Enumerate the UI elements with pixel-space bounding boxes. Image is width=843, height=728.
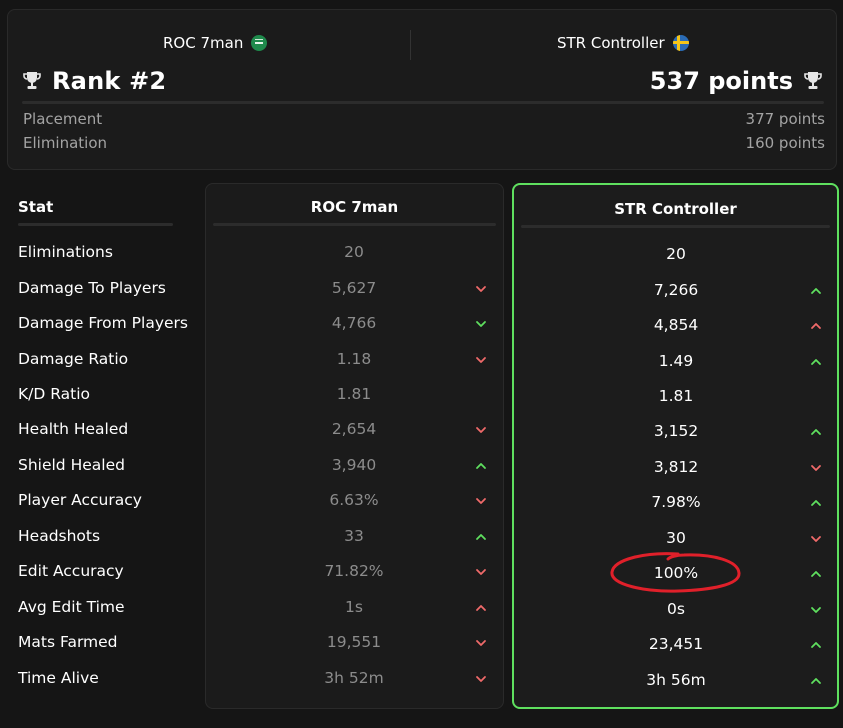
str-stat-value: 0s [667,600,685,618]
stat-label: Damage From Players [18,314,188,332]
total-points: 537 points [649,67,793,95]
stat-label: K/D Ratio [18,385,91,403]
chevron-down-icon [811,465,821,471]
str-stat-value: 3h 56m [646,671,706,689]
stat-label: Eliminations [18,243,113,261]
roc-stat-value: 33 [344,527,364,545]
sweden-flag-icon [672,35,689,51]
chevron-down-icon [476,427,486,433]
roc-stat-value: 3h 52m [324,669,384,687]
trophy-icon [23,72,41,89]
stat-label: Player Accuracy [18,491,142,509]
roc-stat-value: 5,627 [331,279,377,297]
team-right[interactable]: STR Controller [557,34,689,52]
chevron-up-icon [476,534,486,540]
str-stat-value: 1.81 [658,387,694,405]
roc-stat-value: 4,766 [331,314,377,332]
stat-header-underline [18,223,173,226]
roc-stat-value: 2,654 [331,420,377,438]
str-stat-value: 20 [666,245,686,263]
points-display: 537 points [650,67,823,95]
chevron-up-icon [811,288,821,294]
stat-label: Health Healed [18,420,129,438]
str-stat-value: 23,451 [648,635,704,653]
saudi-flag-icon [251,35,268,51]
stat-label: Damage To Players [18,279,166,297]
chevron-up-icon [811,642,821,648]
stat-label: Edit Accuracy [18,562,124,580]
stat-label: Time Alive [18,669,99,687]
chevron-up-icon [811,359,821,365]
str-header-underline [521,225,830,228]
team-left[interactable]: ROC 7man [163,34,268,52]
stat-label: Avg Edit Time [18,598,125,616]
roc-stat-value: 19,551 [326,633,382,651]
roc-column-header: ROC 7man [310,198,399,216]
elimination-row: Elimination 160 points [23,134,825,152]
placement-label: Placement [23,110,103,128]
trophy-icon [804,72,822,89]
chevron-down-icon [811,536,821,542]
roc-stat-value: 6.63% [329,491,379,509]
roc-stat-value: 1.81 [336,385,372,403]
chevron-down-icon [476,321,486,327]
rank-label: Rank #2 [52,67,167,95]
chevron-down-icon [476,286,486,292]
chevron-down-icon [476,357,486,363]
elimination-label: Elimination [23,134,108,152]
str-stat-value: 7,266 [653,281,699,299]
roc-stat-value: 20 [344,243,364,261]
placement-value: 377 points [745,110,825,128]
stat-column-header: Stat [18,198,54,216]
str-stat-value: 30 [666,529,686,547]
str-stat-value: 4,854 [653,316,699,334]
chevron-down-icon [476,640,486,646]
chevron-up-icon [811,678,821,684]
chevron-down-icon [476,676,486,682]
rank-display: Rank #2 [22,67,166,95]
elimination-value: 160 points [745,134,825,152]
placement-row: Placement 377 points [23,110,825,128]
str-stat-value: 3,152 [653,422,699,440]
team-left-name: ROC 7man [163,34,244,52]
chevron-up-icon [811,571,821,577]
chevron-up-icon [476,605,486,611]
team-divider [410,30,411,60]
stat-label: Mats Farmed [18,633,118,651]
str-stat-value: 1.49 [658,352,694,370]
str-stat-value: 7.98% [651,493,701,511]
roc-stat-value: 3,940 [331,456,377,474]
stat-label: Headshots [18,527,101,545]
str-stat-value: 3,812 [653,458,699,476]
chevron-down-icon [476,498,486,504]
chevron-up-icon [811,323,821,329]
chevron-down-icon [811,607,821,613]
team-right-name: STR Controller [557,34,665,52]
match-summary-card: ROC 7man STR Controller Rank #2 537 poin… [7,9,837,170]
roc-stat-value: 1s [345,598,363,616]
stat-label: Shield Healed [18,456,125,474]
summary-divider [22,101,824,104]
str-column-header: STR Controller [614,200,737,218]
roc-stat-value: 71.82% [324,562,384,580]
stat-label: Damage Ratio [18,350,129,368]
roc-column-panel [205,183,504,709]
roc-header-underline [213,223,496,226]
chevron-up-icon [811,429,821,435]
chevron-up-icon [811,500,821,506]
roc-stat-value: 1.18 [336,350,372,368]
chevron-up-icon [476,463,486,469]
annotation-circle [610,552,741,593]
chevron-down-icon [476,569,486,575]
